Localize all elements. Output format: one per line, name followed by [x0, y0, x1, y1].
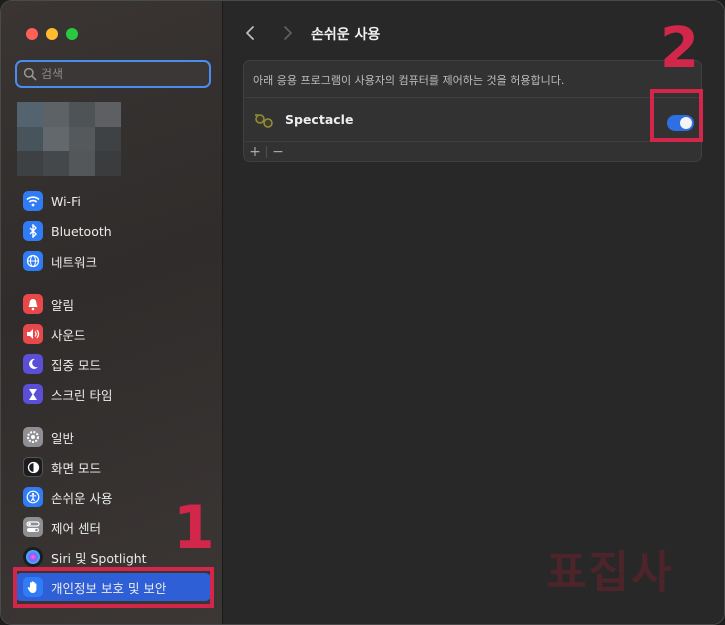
bluetooth-icon — [23, 221, 43, 241]
sidebar-item-label: 알림 — [51, 297, 75, 313]
forward-chevron-icon[interactable] — [279, 25, 295, 41]
list-controls: + − — [244, 142, 289, 162]
divider — [244, 141, 701, 142]
sidebar-item-label: 네트워크 — [51, 254, 98, 270]
speaker-icon — [23, 324, 43, 344]
settings-window: Wi-Fi Bluetooth 네트워크 알림 — [0, 0, 725, 625]
sidebar-item-label: 제어 센터 — [51, 520, 101, 536]
gear-icon — [23, 427, 43, 447]
bell-icon — [23, 294, 43, 314]
spectacle-app-icon — [255, 114, 273, 128]
control-center-icon — [23, 517, 43, 537]
app-permission-panel: 아래 응용 프로그램이 사용자의 컴퓨터를 제어하는 것을 허용합니다. Spe… — [243, 60, 702, 162]
window-controls — [26, 28, 78, 40]
sidebar-item-notifications[interactable]: 알림 — [15, 290, 211, 318]
panel-description: 아래 응용 프로그램이 사용자의 컴퓨터를 제어하는 것을 허용합니다. — [253, 74, 565, 87]
sidebar: Wi-Fi Bluetooth 네트워크 알림 — [1, 1, 223, 624]
accessibility-icon — [23, 487, 43, 507]
sidebar-item-label: 화면 모드 — [51, 460, 101, 476]
add-button[interactable]: + — [244, 143, 266, 162]
globe-icon — [23, 251, 43, 271]
sidebar-item-sound[interactable]: 사운드 — [15, 320, 211, 348]
zoom-button[interactable] — [66, 28, 78, 40]
sidebar-item-bluetooth[interactable]: Bluetooth — [15, 217, 211, 245]
page-title: 손쉬운 사용 — [311, 27, 381, 43]
sidebar-item-appearance[interactable]: 화면 모드 — [15, 453, 211, 481]
moon-icon — [23, 354, 43, 374]
annotation-number-2: 2 — [660, 16, 699, 81]
sidebar-item-label: 손쉬운 사용 — [51, 490, 113, 506]
sidebar-item-wifi[interactable]: Wi-Fi — [15, 187, 211, 215]
main-content: 손쉬운 사용 아래 응용 프로그램이 사용자의 컴퓨터를 제어하는 것을 허용합… — [223, 1, 724, 624]
annotation-box-2 — [650, 89, 703, 142]
close-button[interactable] — [26, 28, 38, 40]
appearance-icon — [23, 457, 43, 477]
sidebar-item-label: 스크린 타임 — [51, 387, 113, 403]
app-name: Spectacle — [285, 112, 354, 127]
siri-icon — [23, 547, 43, 567]
minimize-button[interactable] — [46, 28, 58, 40]
watermark: 표집사 — [546, 547, 674, 598]
app-row: Spectacle — [244, 98, 701, 141]
remove-button[interactable]: − — [267, 143, 289, 162]
back-chevron-icon[interactable] — [243, 25, 259, 41]
search-input[interactable] — [41, 65, 201, 83]
avatar[interactable] — [17, 102, 121, 176]
sidebar-item-label: Bluetooth — [51, 223, 112, 239]
sidebar-item-label: 집중 모드 — [51, 357, 101, 373]
sidebar-item-screen-time[interactable]: 스크린 타임 — [15, 380, 211, 408]
sidebar-item-network[interactable]: 네트워크 — [15, 247, 211, 275]
toolbar: 손쉬운 사용 — [223, 1, 724, 61]
sidebar-item-label: Siri 및 Spotlight — [51, 550, 147, 566]
wifi-icon — [23, 191, 43, 211]
annotation-number-1: 1 — [173, 493, 215, 563]
sidebar-item-general[interactable]: 일반 — [15, 423, 211, 451]
hourglass-icon — [23, 384, 43, 404]
annotation-box-1 — [13, 567, 214, 608]
sidebar-item-focus[interactable]: 집중 모드 — [15, 350, 211, 378]
sidebar-item-label: Wi-Fi — [51, 193, 81, 209]
sidebar-item-label: 사운드 — [51, 327, 86, 343]
search-icon — [23, 67, 37, 81]
search-field[interactable] — [15, 60, 211, 88]
sidebar-item-label: 일반 — [51, 430, 75, 446]
